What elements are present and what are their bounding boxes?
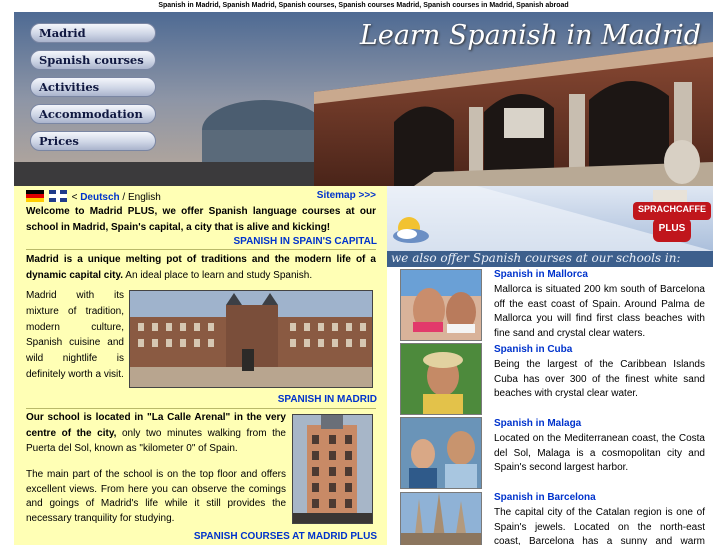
school-description: The main part of the school is on the to… [26, 469, 286, 524]
spanish-in-madrid-link[interactable]: SPANISH IN MADRID [278, 394, 377, 405]
german-link[interactable]: Deutsch [80, 192, 119, 203]
language-switcher: < Deutsch / English Sitemap >>> [26, 190, 376, 204]
madrid-intro-text: An ideal place to learn and study Spanis… [123, 270, 313, 281]
madrid-side-text: Madrid with its mixture of tradition, mo… [26, 290, 124, 380]
school-text-cuba: Being the largest of the Caribbean Islan… [494, 359, 705, 399]
nav-spanish-courses-button[interactable]: Spanish courses [30, 50, 156, 70]
school-intro: Our school is located in "La Calle Arena… [26, 410, 286, 457]
lang-prefix: < [71, 192, 78, 203]
nav-activities-button[interactable]: Activities [30, 77, 156, 97]
schools-sidebar: SPRACHCAFFE PLUS we also offer Spanish c… [387, 186, 713, 545]
nav-prices-button[interactable]: Prices [30, 131, 156, 151]
mallorca-photo[interactable] [400, 269, 482, 341]
school-title-cuba[interactable]: Spanish in Cuba [494, 344, 572, 355]
sprachcaffe-plus-logo[interactable]: SPRACHCAFFE PLUS [633, 190, 711, 248]
sitemap-link[interactable]: Sitemap >>> [317, 190, 376, 201]
school-building-photo [292, 414, 373, 524]
school-text-malaga: Located on the Mediterranean coast, the … [494, 433, 705, 473]
malaga-photo[interactable] [400, 417, 482, 489]
divider [26, 249, 376, 250]
cuba-photo[interactable] [400, 343, 482, 415]
spanish-courses-at-madrid-plus-link[interactable]: SPANISH COURSES AT MADRID PLUS [194, 531, 377, 542]
header-banner: Learn Spanish in Madrid Madrid Spanish c… [14, 12, 713, 186]
main-content: < Deutsch / English Sitemap >>> Welcome … [14, 186, 387, 545]
divider [26, 408, 376, 409]
plaza-mayor-photo [129, 290, 373, 388]
keywords-line: Spanish in Madrid, Spanish Madrid, Spani… [158, 2, 569, 9]
barcelona-photo[interactable] [400, 492, 482, 545]
page-title: Learn Spanish in Madrid [359, 20, 701, 51]
logo-top-text: SPRACHCAFFE [637, 204, 706, 214]
intro-text: Welcome to Madrid PLUS, we offer Spanish… [26, 206, 376, 233]
nav-madrid-button[interactable]: Madrid [30, 23, 156, 43]
german-flag-icon[interactable] [26, 190, 44, 202]
english-label: / English [119, 192, 161, 203]
madrid-intro: Madrid is a unique melting pot of tradit… [26, 252, 376, 284]
spanish-in-spains-capital-link[interactable]: SPANISH IN SPAIN'S CAPITAL [233, 236, 377, 247]
logo-bottom-text: PLUS [658, 223, 686, 234]
school-text-mallorca: Mallorca is situated 200 km south of Bar… [494, 284, 705, 339]
offer-banner: we also offer Spanish courses at our sch… [387, 251, 713, 267]
uk-flag-icon[interactable] [48, 190, 67, 202]
school-text-barcelona: The capital city of the Catalan region i… [494, 507, 705, 545]
school-title-barcelona[interactable]: Spanish in Barcelona [494, 492, 596, 503]
school-title-mallorca[interactable]: Spanish in Mallorca [494, 269, 588, 280]
nav-accommodation-button[interactable]: Accommodation [30, 104, 156, 124]
school-title-malaga[interactable]: Spanish in Malaga [494, 418, 581, 429]
